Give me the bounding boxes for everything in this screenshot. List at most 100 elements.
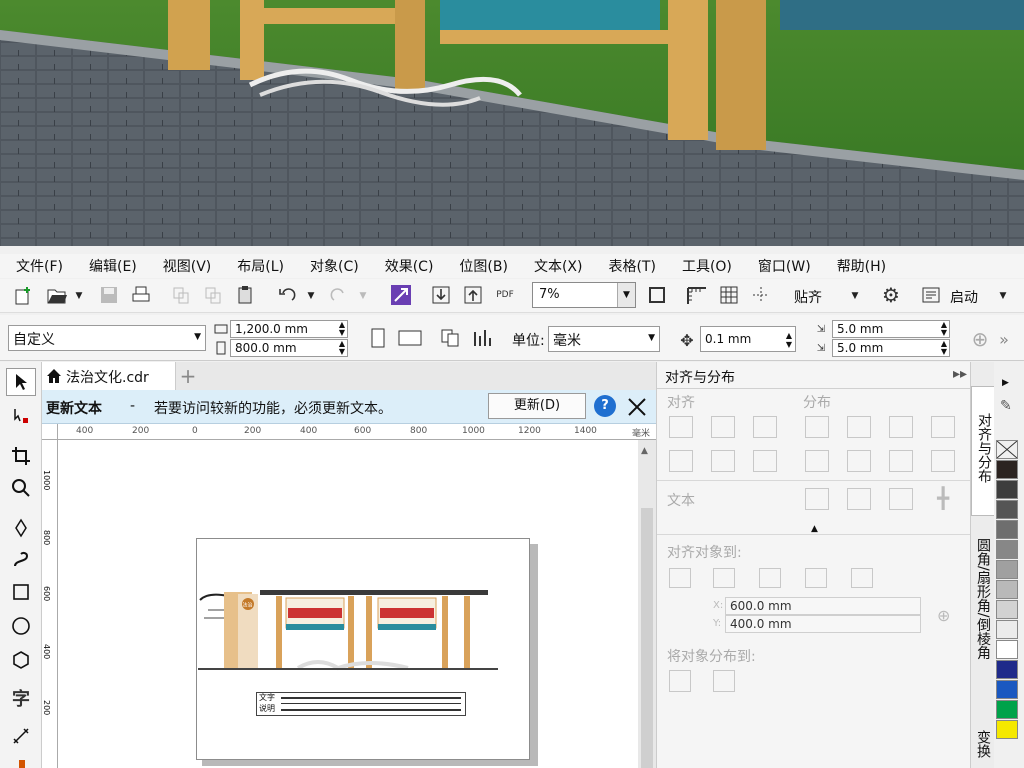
page-height-field[interactable]: 800.0 mm ▲ ▼ — [230, 339, 348, 357]
docker-expand-icon[interactable]: ▸▸ — [953, 366, 967, 382]
color-swatch[interactable] — [996, 700, 1018, 719]
page-edge-icon[interactable] — [713, 568, 735, 588]
import-icon[interactable] — [428, 282, 454, 308]
launch-icon[interactable] — [918, 282, 944, 308]
side-tab-transform[interactable]: 变换 — [971, 710, 995, 768]
document-tab[interactable]: 法治文化.cdr — [42, 362, 176, 390]
menu-table[interactable]: 表格(T) — [608, 256, 655, 276]
scrollbar-thumb[interactable] — [641, 508, 653, 768]
color-swatch[interactable] — [996, 720, 1018, 739]
artistic-media-tool-icon[interactable] — [6, 546, 36, 574]
print-icon[interactable] — [128, 282, 154, 308]
color-swatch[interactable] — [996, 580, 1018, 599]
caption-box[interactable]: 文字 说明 — [256, 692, 466, 716]
application-launcher-icon[interactable] — [388, 282, 414, 308]
pick-tool-icon[interactable] — [6, 368, 36, 396]
distribute-middle-icon[interactable] — [847, 450, 871, 472]
chevron-down-icon[interactable]: ▼ — [356, 289, 370, 303]
cut-icon[interactable] — [168, 282, 194, 308]
chevron-down-icon[interactable]: ▼ — [996, 289, 1010, 303]
zoom-select[interactable]: 7% ▼ — [532, 282, 636, 308]
help-icon[interactable]: ? — [594, 395, 616, 417]
menu-edit[interactable]: 编辑(E) — [89, 256, 137, 276]
distribute-to-page-icon[interactable] — [713, 670, 735, 692]
distribute-vspacing-icon[interactable] — [889, 450, 913, 472]
gear-icon[interactable]: ⚙ — [878, 282, 904, 308]
palette-scroll-icon[interactable]: ▶ — [1002, 378, 1009, 388]
menu-window[interactable]: 窗口(W) — [758, 256, 811, 276]
color-swatch[interactable] — [996, 540, 1018, 559]
launch-label[interactable]: 启动 — [950, 287, 978, 307]
outline-icon[interactable]: ╋ — [931, 488, 955, 510]
add-preset-icon[interactable]: ⊕ — [968, 327, 992, 351]
text-last-baseline-icon[interactable] — [847, 488, 871, 510]
menu-tools[interactable]: 工具(O) — [682, 256, 732, 276]
distribute-center-icon[interactable] — [847, 416, 871, 438]
chevron-down-icon[interactable]: ▼ — [304, 289, 318, 303]
y-position-field[interactable]: 400.0 mm — [725, 615, 921, 633]
menu-object[interactable]: 对象(C) — [310, 256, 359, 276]
nudge-distance-field[interactable]: 0.1 mm ▲ ▼ — [700, 326, 796, 352]
active-objects-icon[interactable] — [669, 568, 691, 588]
chevron-down-icon[interactable]: ▼ — [72, 289, 86, 303]
new-tab-button[interactable]: + — [178, 365, 198, 387]
all-pages-icon[interactable] — [438, 325, 464, 351]
target-point-icon[interactable]: ⊕ — [937, 606, 950, 625]
color-swatch[interactable] — [996, 500, 1018, 519]
open-folder-icon[interactable] — [44, 282, 70, 308]
paste-icon[interactable] — [232, 282, 258, 308]
align-center-horizontal-icon[interactable] — [711, 416, 735, 438]
color-swatch[interactable] — [996, 640, 1018, 659]
current-page-icon[interactable] — [470, 325, 496, 351]
crop-tool-icon[interactable] — [6, 442, 36, 470]
chevron-down-icon[interactable]: ▼ — [617, 283, 635, 307]
connector-tool-icon[interactable] — [6, 756, 36, 768]
full-screen-preview-icon[interactable] — [644, 282, 670, 308]
menu-effects[interactable]: 效果(C) — [385, 256, 434, 276]
align-left-icon[interactable] — [669, 416, 693, 438]
chevron-down-icon[interactable]: ▼ — [848, 289, 862, 303]
x-position-field[interactable]: 600.0 mm — [725, 597, 921, 615]
pen-tool-icon[interactable] — [6, 514, 36, 542]
chevron-down-icon[interactable]: ▼ — [194, 332, 201, 342]
grid-icon[interactable] — [805, 568, 827, 588]
distribute-to-selection-icon[interactable] — [669, 670, 691, 692]
collapse-section-icon[interactable]: ▲ — [811, 524, 818, 534]
scroll-up-icon[interactable]: ▲ — [641, 446, 648, 456]
distribute-top-icon[interactable] — [805, 450, 829, 472]
landscape-icon[interactable] — [396, 325, 424, 351]
color-swatch[interactable] — [996, 660, 1018, 679]
show-rulers-icon[interactable] — [684, 282, 710, 308]
align-top-icon[interactable] — [669, 450, 693, 472]
spinner-icon[interactable]: ▲ ▼ — [786, 331, 792, 349]
spinner-icon[interactable]: ▲ ▼ — [941, 321, 947, 337]
align-right-icon[interactable] — [753, 416, 777, 438]
chevron-down-icon[interactable]: ▼ — [648, 333, 655, 343]
no-color-swatch[interactable] — [996, 440, 1018, 459]
distribute-bottom-icon[interactable] — [931, 450, 955, 472]
save-icon[interactable] — [96, 282, 122, 308]
new-document-icon[interactable] — [10, 282, 36, 308]
overflow-chevron-icon[interactable]: » — [994, 327, 1014, 351]
text-first-baseline-icon[interactable] — [805, 488, 829, 510]
side-tab-align-distribute[interactable]: 对齐与分布 — [971, 386, 995, 516]
vertical-ruler[interactable]: 1000 800 600 400 200 — [42, 440, 58, 768]
text-tool-icon[interactable]: 字 — [6, 684, 36, 712]
export-icon[interactable] — [460, 282, 486, 308]
ruler-origin[interactable] — [42, 424, 58, 440]
menu-text[interactable]: 文本(X) — [534, 256, 583, 276]
zoom-tool-icon[interactable] — [6, 474, 36, 502]
undo-icon[interactable] — [274, 282, 300, 308]
update-button[interactable]: 更新(D) — [488, 393, 586, 419]
duplicate-distance-y-field[interactable]: 5.0 mm ▲ ▼ — [832, 339, 950, 357]
show-grid-icon[interactable] — [716, 282, 742, 308]
rectangle-tool-icon[interactable] — [6, 578, 36, 606]
specified-point-icon[interactable] — [851, 568, 873, 588]
parallel-dimension-tool-icon[interactable] — [6, 722, 36, 750]
page-center-icon[interactable] — [759, 568, 781, 588]
color-swatch[interactable] — [996, 620, 1018, 639]
eyedropper-icon[interactable]: ✎ — [1000, 398, 1012, 414]
color-swatch[interactable] — [996, 520, 1018, 539]
portrait-icon[interactable] — [366, 325, 390, 351]
duplicate-distance-x-field[interactable]: 5.0 mm ▲ ▼ — [832, 320, 950, 338]
